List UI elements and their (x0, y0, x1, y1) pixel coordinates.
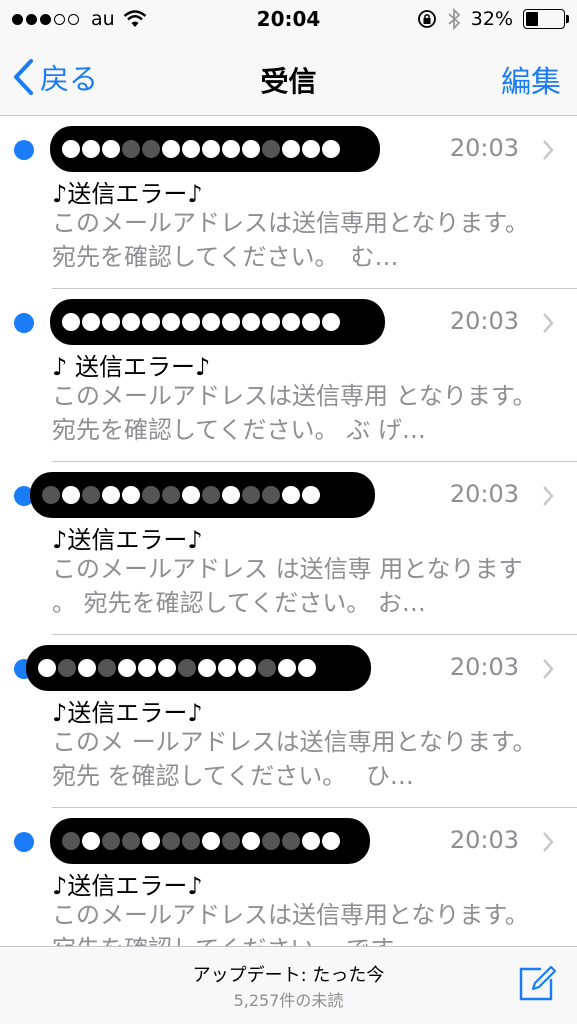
status-bar: au 20:04 32% (0, 0, 577, 40)
page-title: 受信 (260, 65, 317, 98)
chevron-right-icon (543, 486, 554, 506)
bluetooth-icon (448, 8, 461, 30)
mail-row[interactable]: 20:03 ♪送信エラー♪ このメールアドレスは送信専用となります。 宛先を確認… (0, 808, 577, 946)
mail-time: 20:03 (449, 826, 519, 854)
unread-indicator (14, 140, 34, 160)
mail-list[interactable]: 20:03 ♪送信エラー♪ このメールアドレスは送信専用となります。 宛先を確認… (0, 116, 577, 946)
chevron-right-icon (543, 140, 554, 160)
battery-fill (526, 12, 538, 26)
mail-preview: このメ ールアドレスは送信専用となります。 宛先 を確認してください。 ひ… (52, 728, 537, 790)
chevron-right-icon (543, 832, 554, 852)
battery-icon (523, 9, 569, 29)
compose-icon[interactable] (517, 963, 557, 1003)
mail-time: 20:03 (449, 134, 519, 162)
battery-percent: 32% (470, 8, 513, 30)
mail-preview: このメールアドレスは送信専用となります。 宛先を確認してください。 です… (52, 901, 529, 946)
unread-count: 5,257件の未読 (233, 991, 344, 1010)
mail-preview: このメールアドレス は送信専 用となります 。 宛先を確認してください。 お… (52, 555, 523, 617)
mail-subject: ♪送信エラー♪ (52, 180, 203, 208)
chevron-right-icon (543, 659, 554, 679)
mail-preview: このメールアドレスは送信専用 となります。 宛先を確認してください。 ぶ げ… (52, 382, 537, 444)
mail-preview: このメールアドレスは送信専用となります。 宛先を確認してください。 む… (52, 209, 529, 271)
mail-row[interactable]: 20:03 ♪ 送信エラー♪ このメールアドレスは送信専用 となります。 宛先を… (0, 289, 577, 462)
unread-indicator (14, 313, 34, 333)
bottom-toolbar: アップデート: たった今 5,257件の未読 (0, 946, 577, 1024)
sender-redacted (26, 645, 371, 691)
mail-subject: ♪送信エラー♪ (52, 872, 203, 900)
sender-redacted (50, 126, 380, 172)
mail-subject: ♪ 送信エラー♪ (52, 353, 211, 381)
edit-button[interactable]: 編集 (501, 57, 561, 101)
mail-row[interactable]: 20:03 ♪送信エラー♪ このメールアドレスは送信専用となります。 宛先を確認… (0, 116, 577, 289)
orientation-lock-icon (417, 10, 436, 28)
mail-row[interactable]: 20:03 ♪送信エラー♪ このメールアドレス は送信専 用となります 。 宛先… (0, 462, 577, 635)
mail-time: 20:03 (449, 653, 519, 681)
navigation-bar: 戻る 受信 編集 (0, 40, 577, 116)
sender-redacted (50, 818, 370, 864)
sender-redacted (50, 299, 385, 345)
mail-time: 20:03 (449, 307, 519, 335)
chevron-right-icon (543, 313, 554, 333)
unread-indicator (14, 832, 34, 852)
mail-row[interactable]: 20:03 ♪送信エラー♪ このメ ールアドレスは送信専用となります。 宛先 を… (0, 635, 577, 808)
mail-time: 20:03 (449, 480, 519, 508)
status-right: 32% (417, 8, 569, 30)
mail-subject: ♪送信エラー♪ (52, 526, 203, 554)
mail-subject: ♪送信エラー♪ (52, 699, 203, 727)
update-status: アップデート: たった今 (192, 965, 385, 986)
sender-redacted (30, 472, 375, 518)
